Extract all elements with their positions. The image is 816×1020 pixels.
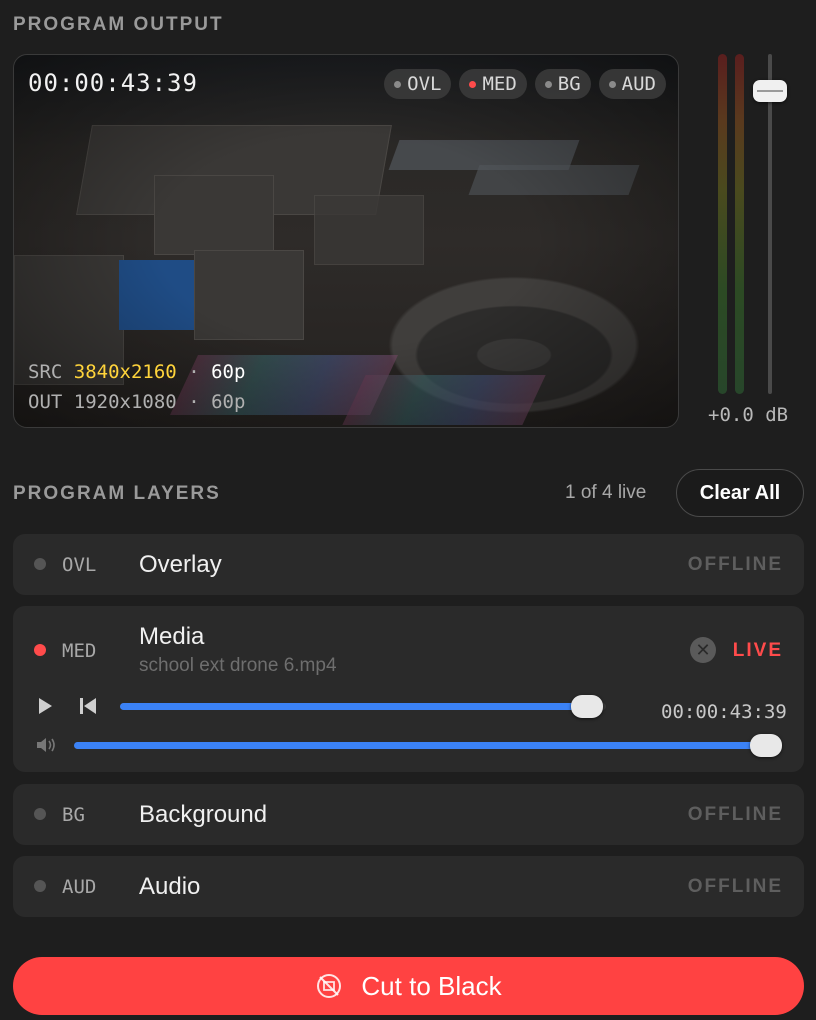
badge-ovl: OVL <box>384 69 452 99</box>
source-info: SRC 3840x2160 · 60p <box>28 361 245 383</box>
layer-name: Background <box>139 801 268 828</box>
badge-label: OVL <box>407 73 442 95</box>
layer-status: LIVE <box>732 640 783 661</box>
live-count: 1 of 4 live <box>565 482 647 503</box>
layer-row-background[interactable]: BG Background OFFLINE <box>13 784 804 845</box>
media-progress-handle[interactable] <box>570 695 603 718</box>
layer-code: MED <box>62 640 97 662</box>
skip-back-button[interactable] <box>76 694 100 718</box>
output-info: OUT 1920x1080 · 60p <box>28 391 245 413</box>
layer-status: OFFLINE <box>687 554 783 575</box>
layer-code: AUD <box>62 876 97 898</box>
layer-code: OVL <box>62 554 97 576</box>
audio-meter-left <box>718 54 727 394</box>
cut-to-black-label: Cut to Black <box>361 970 502 1001</box>
src-rate: 60p <box>211 361 246 383</box>
layer-name: Overlay <box>139 551 222 578</box>
media-volume-handle[interactable] <box>750 734 782 757</box>
badge-label: AUD <box>621 73 656 95</box>
badge-label: BG <box>557 73 581 95</box>
volume-icon <box>37 738 55 752</box>
program-preview: 00:00:43:39 OVL MED BG AUD SRC 3840x2160… <box>13 54 679 428</box>
program-output-title: PROGRAM OUTPUT <box>13 14 224 35</box>
gain-readout: +0.0 dB <box>708 404 789 426</box>
layer-code: BG <box>62 804 85 826</box>
out-resolution: 1920x1080 <box>73 391 177 413</box>
layer-row-overlay[interactable]: OVL Overlay OFFLINE <box>13 534 804 595</box>
separator: · <box>188 391 200 413</box>
program-layers-title: PROGRAM LAYERS <box>13 483 221 504</box>
play-icon <box>39 698 52 714</box>
badge-med: MED <box>459 69 527 99</box>
audio-meter-right <box>735 54 744 394</box>
remove-media-button[interactable]: ✕ <box>690 637 716 663</box>
volume-button[interactable] <box>35 733 59 757</box>
status-dot <box>34 808 46 820</box>
layer-name: Audio <box>139 873 201 900</box>
media-volume-fill <box>74 742 766 749</box>
gain-fader-handle[interactable] <box>753 80 787 102</box>
status-dot <box>469 80 477 88</box>
status-dot <box>34 644 46 656</box>
media-filename: school ext drone 6.mp4 <box>139 655 337 676</box>
status-dot <box>34 880 46 892</box>
badge-aud: AUD <box>598 69 666 99</box>
layer-status: OFFLINE <box>687 876 783 897</box>
cut-to-black-button[interactable]: Cut to Black <box>13 957 804 1015</box>
status-dot <box>394 80 402 88</box>
media-progress-slider[interactable] <box>120 695 606 718</box>
src-resolution: 3840x2160 <box>73 361 177 383</box>
status-dot <box>34 558 46 570</box>
layer-badges: OVL MED BG AUD <box>384 69 666 99</box>
badge-bg: BG <box>534 69 591 99</box>
close-icon: ✕ <box>695 639 711 660</box>
clear-all-button[interactable]: Clear All <box>676 469 804 517</box>
skip-back-icon <box>80 698 96 714</box>
status-dot <box>544 80 552 88</box>
badge-label: MED <box>482 73 517 95</box>
layer-name: Media <box>139 623 205 650</box>
play-button[interactable] <box>33 694 57 718</box>
out-label: OUT <box>28 391 63 413</box>
layer-row-media[interactable]: MED Media school ext drone 6.mp4 ✕ LIVE … <box>13 606 804 772</box>
out-rate: 60p <box>211 391 246 413</box>
media-volume-slider[interactable] <box>74 734 782 757</box>
src-label: SRC <box>28 361 63 383</box>
separator: · <box>188 361 200 383</box>
media-timecode: 00:00:43:39 <box>661 701 787 723</box>
layer-status: OFFLINE <box>687 804 783 825</box>
status-dot <box>608 80 616 88</box>
layer-row-audio[interactable]: AUD Audio OFFLINE <box>13 856 804 917</box>
media-progress-fill <box>120 703 587 710</box>
no-signal-icon <box>317 974 342 998</box>
gain-fader-track[interactable] <box>768 54 772 394</box>
program-timecode: 00:00:43:39 <box>28 69 198 97</box>
